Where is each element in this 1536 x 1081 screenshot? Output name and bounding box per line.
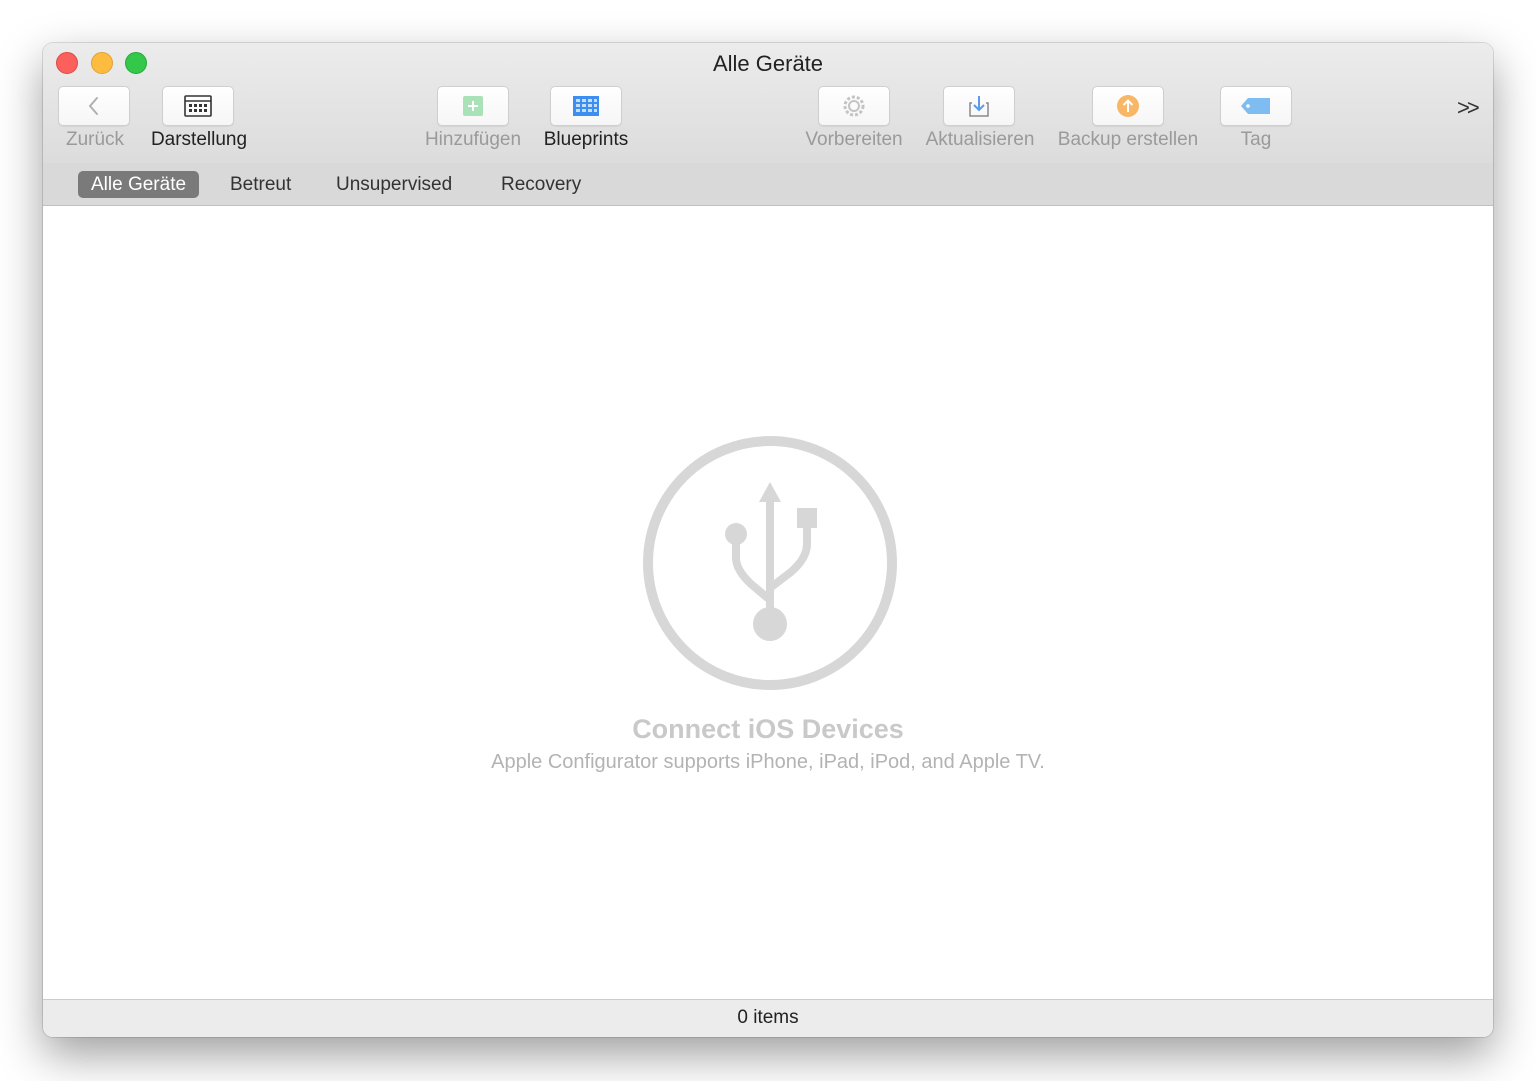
prepare-button[interactable] [818,86,890,126]
usb-icon [643,436,897,690]
scope-recovery[interactable]: Recovery [488,171,594,198]
backup-upload-icon [1117,95,1139,117]
scope-unsupervised[interactable]: Unsupervised [323,171,465,198]
update-label: Aktualisieren [925,129,1035,150]
tag-button[interactable] [1220,86,1292,126]
tag-label: Tag [1240,129,1272,150]
view-button[interactable] [162,86,234,126]
blueprints-grid-icon [573,96,599,116]
title-toolbar: Alle Geräte Zurück Darstellung Hinzufüge… [43,43,1493,164]
prepare-label: Vorbereiten [805,129,903,150]
gear-icon [843,95,865,117]
scope-bar: Alle Geräte Betreut Unsupervised Recover… [43,163,1493,206]
blueprints-button[interactable] [550,86,622,126]
backup-label: Backup erstellen [1057,129,1199,150]
back-label: Zurück [65,129,125,150]
window-title: Alle Geräte [712,51,824,76]
scope-alle-geraete[interactable]: Alle Geräte [78,171,200,198]
app-window: Alle Geräte Zurück Darstellung Hinzufüge… [43,43,1493,1037]
add-icon [463,96,483,116]
add-label: Hinzufügen [424,129,522,150]
item-count: 0 items [737,1007,799,1028]
update-button[interactable] [943,86,1015,126]
scope-betreut[interactable]: Betreut [217,171,304,198]
calendar-grid-icon [184,95,212,117]
status-bar: 0 items [43,999,1493,1037]
backup-button[interactable] [1092,86,1164,126]
empty-state-subtitle: Apple Configurator supports iPhone, iPad… [491,751,1045,773]
toolbar-overflow-button[interactable]: >> [1457,95,1480,121]
back-button[interactable] [58,86,130,126]
empty-state-title: Connect iOS Devices [632,714,904,744]
view-label: Darstellung [150,129,248,150]
device-list-area: Connect iOS Devices Apple Configurator s… [43,206,1493,999]
chevron-left-icon [89,97,98,115]
download-tray-icon [969,96,989,117]
tag-icon [1241,98,1270,114]
desktop: Alle Geräte Zurück Darstellung Hinzufüge… [0,0,1536,1081]
add-button[interactable] [437,86,509,126]
blueprints-label: Blueprints [543,129,629,150]
